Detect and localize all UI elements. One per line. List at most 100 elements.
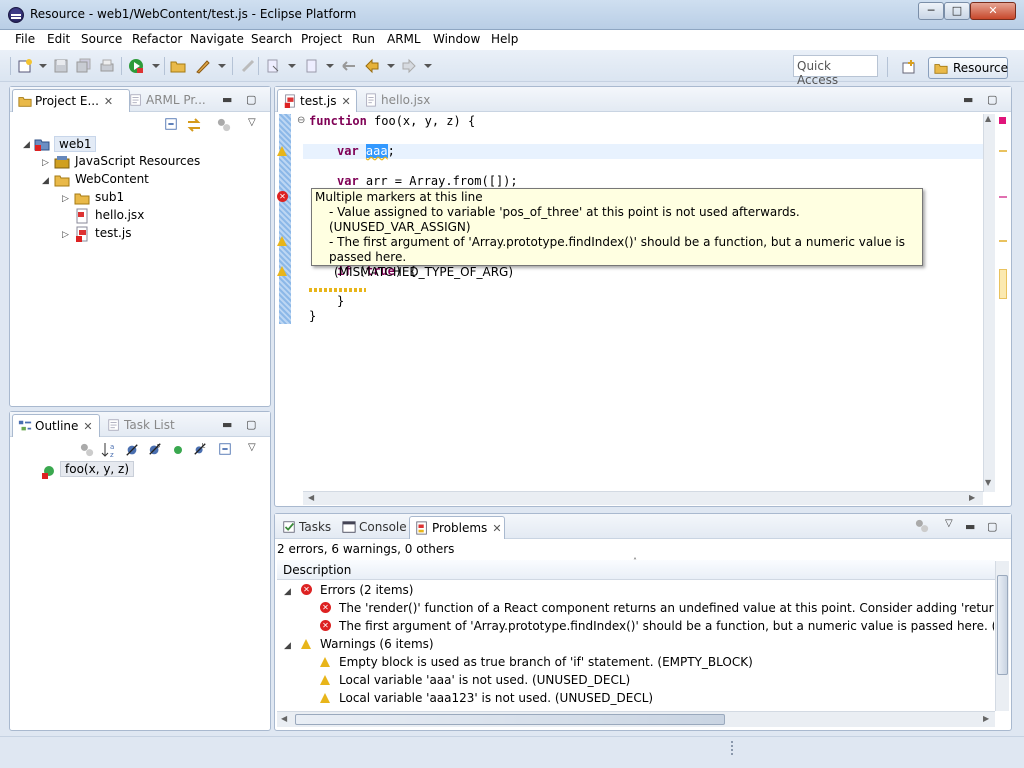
problems-group-errors[interactable]: ◢ ✕ Errors (2 items)	[284, 583, 414, 601]
open-perspective-icon[interactable]	[901, 59, 917, 75]
run-icon[interactable]	[128, 58, 144, 74]
view-menu-icon[interactable]: ▽	[945, 518, 953, 529]
view-menu-icon[interactable]: ▽	[248, 117, 256, 128]
tab-arml-project[interactable]: ARML Pr...	[124, 89, 224, 112]
editor-vertical-scrollbar[interactable]: ▲ ▼	[983, 114, 995, 492]
menu-help[interactable]: Help	[491, 32, 518, 46]
maximize-view-icon[interactable]: ▢	[987, 520, 997, 533]
menu-navigate[interactable]: Navigate	[190, 32, 244, 46]
close-button[interactable]: ✕	[970, 2, 1016, 20]
focus-icon[interactable]	[80, 443, 94, 457]
menu-file[interactable]: File	[15, 32, 35, 46]
warning-icon[interactable]	[277, 146, 287, 156]
hide-local-types-icon[interactable]: L	[193, 442, 207, 456]
fold-toggle-icon[interactable]: ⊖	[297, 115, 305, 126]
last-edit-icon[interactable]	[341, 58, 357, 74]
tab-project-explorer[interactable]: Project E... ✕	[12, 89, 130, 112]
close-tab-icon[interactable]: ✕	[341, 95, 350, 108]
menu-search[interactable]: Search	[251, 32, 292, 46]
problem-row[interactable]: Local variable 'aaa' is not used. (UNUSE…	[284, 673, 994, 691]
resource-perspective-button[interactable]: Resource	[928, 57, 1008, 79]
outline-item-foo[interactable]: foo(x, y, z)	[60, 461, 135, 477]
link-with-editor-icon[interactable]	[186, 117, 202, 133]
code-line-1[interactable]: function foo(x, y, z) {	[309, 114, 475, 128]
menu-project[interactable]: Project	[301, 32, 342, 46]
warning-icon[interactable]	[277, 236, 287, 246]
toggle-mark-icon[interactable]	[240, 58, 256, 74]
problem-row[interactable]: ✕ The first argument of 'Array.prototype…	[284, 619, 994, 637]
menu-run[interactable]: Run	[352, 32, 375, 46]
tree-item-hello-jsx[interactable]: hello.jsx	[95, 208, 144, 222]
hide-non-public-icon[interactable]	[172, 444, 184, 456]
menu-source[interactable]: Source	[81, 32, 122, 46]
tree-item-test-js[interactable]: test.js	[95, 226, 131, 240]
expand-arrow-icon[interactable]: ▷	[62, 230, 69, 240]
tree-item-web1[interactable]: web1	[54, 136, 97, 152]
problem-row[interactable]: Empty block is used as true branch of 'i…	[284, 655, 994, 673]
problem-row[interactable]: Local variable 'aaa123' is not used. (UN…	[284, 691, 994, 709]
tab-hello-jsx[interactable]: hello.jsx	[359, 89, 441, 112]
scroll-right-icon[interactable]: ▶	[969, 493, 975, 502]
close-tab-icon[interactable]: ✕	[492, 522, 501, 535]
expand-arrow-icon[interactable]: ◢	[42, 176, 49, 186]
save-icon[interactable]	[53, 58, 69, 74]
collapse-all-icon[interactable]	[164, 117, 178, 131]
tab-console[interactable]: Console	[337, 516, 407, 539]
close-tab-icon[interactable]: ✕	[83, 420, 92, 433]
forward-icon[interactable]	[401, 58, 417, 74]
problems-vertical-scrollbar[interactable]	[995, 561, 1009, 711]
overview-warning-marker[interactable]	[999, 269, 1007, 299]
code-line-3[interactable]: var arr = Array.from([]);	[337, 174, 518, 188]
minimize-view-icon[interactable]: ▬	[965, 520, 975, 533]
back-dropdown-icon[interactable]	[387, 64, 395, 68]
sort-icon[interactable]: az	[101, 441, 119, 459]
problems-horizontal-scrollbar[interactable]: ◀ ▶	[277, 711, 995, 727]
new-icon[interactable]	[17, 58, 33, 74]
collapse-all-icon[interactable]	[218, 442, 232, 456]
maximize-view-icon[interactable]: ▢	[246, 418, 256, 431]
hide-static-icon[interactable]: s	[148, 442, 162, 456]
menu-edit[interactable]: Edit	[47, 32, 70, 46]
maximize-button[interactable]: □	[944, 2, 970, 20]
new-dropdown-icon[interactable]	[39, 64, 47, 68]
minimize-view-icon[interactable]: ▬	[222, 418, 232, 431]
overview-warning-marker[interactable]	[999, 150, 1007, 152]
overview-error-marker[interactable]	[999, 117, 1006, 124]
next-annotation-icon[interactable]	[265, 58, 281, 74]
error-icon[interactable]: ✕	[277, 191, 288, 202]
next-annotation-dropdown-icon[interactable]	[288, 64, 296, 68]
scroll-left-icon[interactable]: ◀	[308, 493, 314, 502]
view-menu-icon[interactable]: ▽	[248, 442, 256, 453]
tree-item-webcontent[interactable]: WebContent	[75, 172, 149, 186]
code-line-5[interactable]: }	[337, 294, 344, 308]
prev-annotation-dropdown-icon[interactable]	[326, 64, 334, 68]
scroll-thumb[interactable]	[997, 575, 1008, 675]
menu-arml[interactable]: ARML	[387, 32, 421, 46]
expand-arrow-icon[interactable]: ◢	[284, 587, 291, 597]
scroll-thumb[interactable]	[295, 714, 725, 725]
pen-dropdown-icon[interactable]	[218, 64, 226, 68]
scroll-right-icon[interactable]: ▶	[983, 714, 989, 723]
tab-task-list[interactable]: Task List	[102, 414, 192, 437]
maximize-view-icon[interactable]: ▢	[246, 93, 256, 106]
back-icon[interactable]	[364, 58, 380, 74]
minimize-button[interactable]: ─	[918, 2, 944, 20]
editor-horizontal-scrollbar[interactable]: ◀ ▶	[303, 491, 983, 505]
hide-fields-icon[interactable]	[125, 443, 139, 457]
expand-arrow-icon[interactable]: ▷	[42, 158, 49, 168]
pen-icon[interactable]	[195, 58, 211, 74]
tab-tasks[interactable]: Tasks	[277, 516, 335, 539]
minimize-view-icon[interactable]: ▬	[222, 93, 232, 106]
quick-access-input[interactable]: Quick Access	[793, 55, 878, 87]
description-column-header[interactable]: Description ˄	[277, 557, 995, 580]
save-all-icon[interactable]	[76, 58, 92, 74]
tab-test-js[interactable]: test.js ✕	[277, 89, 357, 112]
prev-annotation-icon[interactable]	[304, 58, 320, 74]
scroll-left-icon[interactable]: ◀	[281, 714, 287, 723]
overview-error-marker[interactable]	[999, 196, 1007, 198]
expand-arrow-icon[interactable]: ◢	[23, 140, 30, 150]
print-icon[interactable]	[99, 58, 115, 74]
minimize-view-icon[interactable]: ▬	[963, 93, 973, 106]
tab-outline[interactable]: Outline ✕	[12, 414, 100, 437]
maximize-view-icon[interactable]: ▢	[987, 93, 997, 106]
